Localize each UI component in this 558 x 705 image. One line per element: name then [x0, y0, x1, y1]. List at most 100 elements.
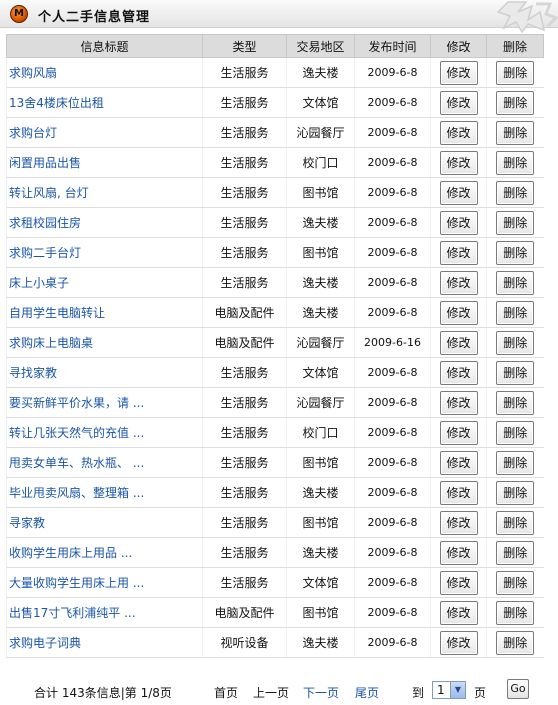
- edit-button[interactable]: 修改: [439, 150, 478, 175]
- delete-button[interactable]: 删除: [496, 570, 535, 595]
- location-cell: 逸夫楼: [286, 627, 355, 658]
- table-row: 转让几张天然气的充值 ... 生活服务 校门口 2009-6-8 修改 删除: [6, 417, 544, 448]
- go-button[interactable]: Go: [507, 679, 529, 699]
- action-cell: 修改: [430, 477, 487, 508]
- delete-button[interactable]: 删除: [496, 450, 535, 475]
- location-cell: 逸夫楼: [286, 207, 355, 238]
- chevron-down-icon[interactable]: ▼: [450, 682, 465, 698]
- delete-button[interactable]: 删除: [496, 480, 535, 505]
- edit-button[interactable]: 修改: [439, 510, 478, 535]
- edit-button[interactable]: 修改: [439, 240, 478, 265]
- delete-button[interactable]: 删除: [496, 150, 535, 175]
- delete-button[interactable]: 删除: [496, 270, 535, 295]
- info-title-link[interactable]: 毕业甩卖风扇、整理箱 ...: [6, 477, 203, 508]
- info-title-link[interactable]: 13舍4楼床位出租: [6, 87, 203, 118]
- info-title-link[interactable]: 要买新鲜平价水果，请 ...: [6, 387, 203, 418]
- delete-button[interactable]: 删除: [496, 330, 535, 355]
- delete-button[interactable]: 删除: [496, 120, 535, 145]
- edit-button[interactable]: 修改: [439, 60, 478, 85]
- edit-button[interactable]: 修改: [439, 120, 478, 145]
- prev-page-link[interactable]: 上一页: [253, 684, 289, 701]
- info-title-link[interactable]: 求购二手台灯: [6, 237, 203, 268]
- delete-button[interactable]: 删除: [496, 210, 535, 235]
- edit-button[interactable]: 修改: [439, 330, 478, 355]
- info-title-link[interactable]: 寻家教: [6, 507, 203, 538]
- last-page-link[interactable]: 尾页: [355, 684, 379, 701]
- edit-button[interactable]: 修改: [439, 390, 478, 415]
- delete-button[interactable]: 删除: [496, 60, 535, 85]
- info-title-link[interactable]: 大量收购学生用床上用 ...: [6, 567, 203, 598]
- delete-button[interactable]: 删除: [496, 240, 535, 265]
- delete-button[interactable]: 删除: [496, 300, 535, 325]
- edit-button[interactable]: 修改: [439, 210, 478, 235]
- delete-button[interactable]: 删除: [496, 390, 535, 415]
- category-cell: 生活服务: [202, 537, 287, 568]
- edit-button[interactable]: 修改: [439, 360, 478, 385]
- edit-button[interactable]: 修改: [439, 300, 478, 325]
- info-title-link[interactable]: 求租校园住房: [6, 207, 203, 238]
- action-cell: 修改: [430, 567, 487, 598]
- column-header: 类型: [202, 34, 287, 58]
- location-cell: 图书馆: [286, 507, 355, 538]
- info-title-link[interactable]: 甩卖女单车、热水瓶、 ...: [6, 447, 203, 478]
- delete-button[interactable]: 删除: [496, 540, 535, 565]
- date-cell: 2009-6-8: [354, 237, 431, 268]
- edit-button[interactable]: 修改: [439, 180, 478, 205]
- action-cell: 修改: [430, 597, 487, 628]
- delete-button[interactable]: 删除: [496, 630, 535, 655]
- location-cell: 图书馆: [286, 177, 355, 208]
- category-cell: 电脑及配件: [202, 297, 287, 328]
- action-cell: 删除: [486, 297, 544, 328]
- pagination-summary: 合计 143条信息|第 1/8页: [34, 686, 172, 700]
- edit-button[interactable]: 修改: [439, 540, 478, 565]
- date-cell: 2009-6-8: [354, 477, 431, 508]
- info-title-link[interactable]: 转让几张天然气的充值 ...: [6, 417, 203, 448]
- edit-button[interactable]: 修改: [439, 90, 478, 115]
- first-page-link[interactable]: 首页: [214, 684, 238, 701]
- info-title-link[interactable]: 出售17寸飞利浦纯平 ...: [6, 597, 203, 628]
- page-select[interactable]: 1 ▼: [432, 681, 466, 699]
- action-cell: 删除: [486, 537, 544, 568]
- info-title-link[interactable]: 闲置用品出售: [6, 147, 203, 178]
- info-title-link[interactable]: 寻找家教: [6, 357, 203, 388]
- table-row: 寻家教 生活服务 图书馆 2009-6-8 修改 删除: [6, 507, 544, 538]
- edit-button[interactable]: 修改: [439, 570, 478, 595]
- corner-decoration-icon: [488, 0, 558, 34]
- next-page-link[interactable]: 下一页: [303, 684, 339, 701]
- info-title-link[interactable]: 转让风扇, 台灯: [6, 177, 203, 208]
- edit-button[interactable]: 修改: [439, 600, 478, 625]
- info-title-link[interactable]: 求购电子词典: [6, 627, 203, 658]
- edit-button[interactable]: 修改: [439, 630, 478, 655]
- info-title-link[interactable]: 自用学生电脑转让: [6, 297, 203, 328]
- date-cell: 2009-6-16: [354, 327, 431, 358]
- delete-button[interactable]: 删除: [496, 90, 535, 115]
- location-cell: 文体馆: [286, 357, 355, 388]
- location-cell: 逸夫楼: [286, 477, 355, 508]
- page-select-value: 1: [437, 683, 445, 697]
- edit-button[interactable]: 修改: [439, 450, 478, 475]
- info-title-link[interactable]: 求购风扇: [6, 57, 203, 88]
- edit-button[interactable]: 修改: [439, 420, 478, 445]
- table-row: 要买新鲜平价水果，请 ... 生活服务 沁园餐厅 2009-6-8 修改 删除: [6, 387, 544, 418]
- edit-button[interactable]: 修改: [439, 480, 478, 505]
- delete-button[interactable]: 删除: [496, 360, 535, 385]
- category-cell: 生活服务: [202, 357, 287, 388]
- table-row: 大量收购学生用床上用 ... 生活服务 文体馆 2009-6-8 修改 删除: [6, 567, 544, 598]
- category-cell: 生活服务: [202, 447, 287, 478]
- info-title-link[interactable]: 收购学生用床上用品 ...: [6, 537, 203, 568]
- delete-button[interactable]: 删除: [496, 180, 535, 205]
- action-cell: 删除: [486, 177, 544, 208]
- info-title-link[interactable]: 求购床上电脑桌: [6, 327, 203, 358]
- location-cell: 文体馆: [286, 567, 355, 598]
- logo-letter: M: [14, 8, 24, 19]
- action-cell: 删除: [486, 327, 544, 358]
- table-row: 求购电子词典 视听设备 逸夫楼 2009-6-8 修改 删除: [6, 627, 544, 658]
- delete-button[interactable]: 删除: [496, 600, 535, 625]
- info-title-link[interactable]: 床上小桌子: [6, 267, 203, 298]
- delete-button[interactable]: 删除: [496, 420, 535, 445]
- info-title-link[interactable]: 求购台灯: [6, 117, 203, 148]
- date-cell: 2009-6-8: [354, 537, 431, 568]
- column-header: 交易地区: [286, 34, 355, 58]
- delete-button[interactable]: 删除: [496, 510, 535, 535]
- edit-button[interactable]: 修改: [439, 270, 478, 295]
